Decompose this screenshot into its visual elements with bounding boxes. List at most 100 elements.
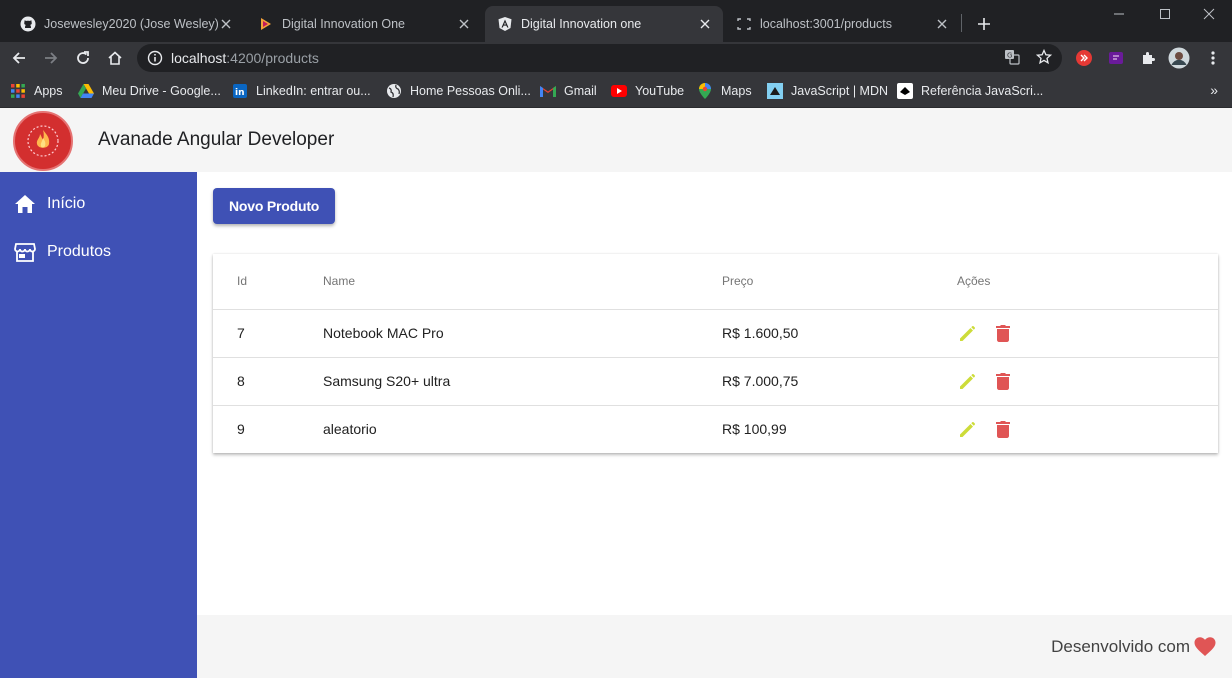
- angular-icon: [497, 16, 513, 32]
- cell-id: 7: [237, 325, 245, 341]
- extensions-puzzle-icon[interactable]: [1137, 47, 1159, 69]
- bookmark-mdn[interactable]: JavaScript | MDN: [767, 81, 888, 101]
- app-header: Avanade Angular Developer: [0, 108, 1232, 172]
- close-icon[interactable]: [218, 16, 234, 32]
- globe-icon: [386, 83, 402, 99]
- url-path: :4200/products: [226, 50, 319, 66]
- cell-price: R$ 100,99: [722, 421, 787, 437]
- cell-name: Samsung S20+ ultra: [323, 373, 451, 389]
- svg-text:G: G: [1007, 52, 1012, 60]
- bookmark-star-icon[interactable]: [1035, 48, 1053, 66]
- footer: Desenvolvido com: [197, 615, 1232, 678]
- column-header-actions: Ações: [957, 274, 991, 288]
- bookmark-referencia[interactable]: Referência JavaScri...: [897, 81, 1043, 101]
- sidebar-item-label: Produtos: [47, 243, 112, 260]
- cell-price: R$ 7.000,75: [722, 373, 799, 389]
- more-menu-icon[interactable]: [1202, 47, 1224, 69]
- home-icon: [14, 193, 36, 215]
- flame-logo-icon: [27, 125, 59, 157]
- url-text: localhost:4200/products: [171, 50, 319, 66]
- tab-title: localhost:3001/products: [760, 17, 893, 31]
- home-browser-icon[interactable]: [102, 45, 128, 71]
- table-row: 7 Notebook MAC Pro R$ 1.600,50: [213, 310, 1218, 358]
- dio-icon: [258, 16, 274, 32]
- heart-icon: [1194, 637, 1216, 657]
- linkedin-icon: in: [232, 83, 248, 99]
- bookmark-label: LinkedIn: entrar ou...: [256, 84, 371, 98]
- extension-red-icon[interactable]: [1073, 47, 1095, 69]
- column-header-price: Preço: [722, 274, 754, 288]
- extension-purple-icon[interactable]: [1105, 47, 1127, 69]
- delete-trash-icon[interactable]: [991, 369, 1015, 393]
- sidebar-item-label: Início: [47, 195, 86, 212]
- window-close-icon[interactable]: [1186, 0, 1232, 28]
- browser-tab[interactable]: Josewesley2020 (Jose Wesley): [8, 6, 244, 42]
- cell-id: 8: [237, 373, 245, 389]
- products-table: Id Name Preço Ações 7 Notebook MAC Pro R…: [213, 254, 1218, 453]
- chevron-double-right-icon[interactable]: »: [1210, 82, 1218, 98]
- bookmark-gmail[interactable]: Gmail: [540, 81, 597, 101]
- bookmark-apps[interactable]: Apps: [10, 81, 63, 101]
- page-icon: [736, 16, 752, 32]
- bookmark-linkedin[interactable]: in LinkedIn: entrar ou...: [232, 81, 371, 101]
- browser-toolbar: localhost:4200/products G: [0, 42, 1232, 74]
- bookmark-google-drive[interactable]: Meu Drive - Google...: [78, 81, 221, 101]
- bookmark-label: Home Pessoas Onli...: [410, 84, 531, 98]
- column-header-name: Name: [323, 274, 356, 288]
- tab-title: Digital Innovation one: [521, 17, 642, 31]
- new-tab-icon[interactable]: [972, 12, 996, 36]
- address-bar[interactable]: localhost:4200/products: [137, 44, 1062, 72]
- bookmark-label: Referência JavaScri...: [921, 84, 1044, 98]
- table-row: 9 aleatorio R$ 100,99: [213, 406, 1218, 454]
- bookmark-maps[interactable]: Maps: [697, 81, 752, 101]
- mdn-icon: [767, 83, 783, 99]
- profile-avatar-icon[interactable]: [1168, 47, 1190, 69]
- bookmarks-bar: Apps Meu Drive - Google... in LinkedIn: …: [0, 74, 1232, 108]
- github-icon: [20, 16, 36, 32]
- youtube-icon: [611, 83, 627, 99]
- browser-tab[interactable]: Digital Innovation One: [246, 6, 482, 42]
- info-icon[interactable]: [147, 50, 163, 66]
- app-title: Avanade Angular Developer: [98, 129, 335, 150]
- bookmark-label: YouTube: [635, 84, 685, 98]
- sidebar: Início Produtos: [0, 172, 197, 678]
- apps-grid-icon: [10, 83, 26, 99]
- tab-title: Digital Innovation One: [282, 17, 405, 31]
- table-header: Id Name Preço Ações: [213, 254, 1218, 310]
- edit-pencil-icon[interactable]: [956, 369, 980, 393]
- bookmark-label: Meu Drive - Google...: [102, 84, 221, 98]
- browser-tab[interactable]: localhost:3001/products: [724, 6, 960, 42]
- table-row: 8 Samsung S20+ ultra R$ 7.000,75: [213, 358, 1218, 406]
- google-drive-icon: [78, 83, 94, 99]
- edit-pencil-icon[interactable]: [956, 417, 980, 441]
- sidebar-item-produtos[interactable]: Produtos: [0, 228, 197, 276]
- close-icon[interactable]: [934, 16, 950, 32]
- close-icon[interactable]: [697, 16, 713, 32]
- reload-icon[interactable]: [70, 45, 96, 71]
- sidebar-item-inicio[interactable]: Início: [0, 180, 197, 228]
- back-arrow-icon[interactable]: [6, 45, 32, 71]
- minimize-icon[interactable]: [1096, 0, 1142, 28]
- browser-tab-active[interactable]: Digital Innovation one: [485, 6, 723, 42]
- cell-id: 9: [237, 421, 245, 437]
- delete-trash-icon[interactable]: [991, 417, 1015, 441]
- cell-price: R$ 1.600,50: [722, 325, 799, 341]
- edit-pencil-icon[interactable]: [956, 321, 980, 345]
- bookmark-home-pessoas[interactable]: Home Pessoas Onli...: [386, 81, 531, 101]
- cell-name: Notebook MAC Pro: [323, 325, 444, 341]
- cell-name: aleatorio: [323, 421, 377, 437]
- maximize-icon[interactable]: [1142, 0, 1188, 28]
- bookmark-youtube[interactable]: YouTube: [611, 81, 684, 101]
- new-product-button[interactable]: Novo Produto: [213, 188, 336, 224]
- translate-icon[interactable]: G: [1003, 48, 1021, 66]
- bookmark-label: Maps: [721, 84, 752, 98]
- browser-tabstrip: Josewesley2020 (Jose Wesley) Digital Inn…: [0, 0, 1232, 42]
- forward-arrow-icon[interactable]: [38, 45, 64, 71]
- gmail-icon: [540, 83, 556, 99]
- close-icon[interactable]: [456, 16, 472, 32]
- store-icon: [14, 241, 36, 263]
- reference-icon: [897, 83, 913, 99]
- maps-icon: [697, 83, 713, 99]
- tab-title: Josewesley2020 (Jose Wesley): [44, 17, 218, 31]
- delete-trash-icon[interactable]: [991, 321, 1015, 345]
